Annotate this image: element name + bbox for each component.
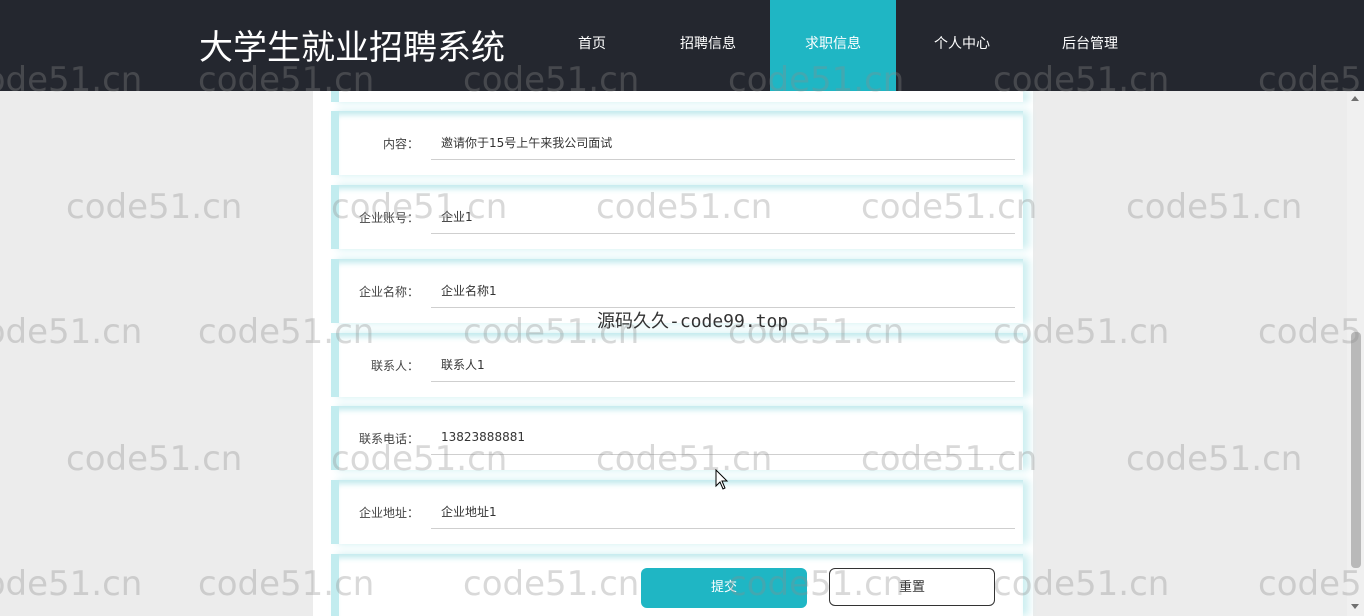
phone-input[interactable] bbox=[431, 422, 1015, 452]
company-name-input[interactable] bbox=[431, 275, 1015, 305]
watermark: code51.cn bbox=[0, 564, 143, 604]
company-account-label: 企业账号： bbox=[358, 211, 419, 225]
phone-label: 联系电话： bbox=[358, 432, 419, 446]
company-account-field-wrap bbox=[431, 201, 1015, 234]
site-title: 大学生就业招聘系统 bbox=[199, 28, 505, 68]
company-account-input[interactable] bbox=[431, 201, 1015, 231]
form-panel: 内容： 企业账号： 企业名称： 联系人： 联系电话： 企业地址： 提 bbox=[313, 91, 1033, 616]
phone-field-wrap bbox=[431, 422, 1015, 455]
scroll-thumb[interactable] bbox=[1351, 332, 1361, 568]
watermark: code51.cn bbox=[1126, 439, 1303, 479]
form-row-contact: 联系人： bbox=[331, 333, 1023, 397]
company-name-label: 企业名称： bbox=[358, 285, 419, 299]
scroll-up-arrow-icon[interactable] bbox=[1351, 96, 1359, 101]
contact-field-wrap bbox=[431, 349, 1015, 382]
content-label: 内容： bbox=[382, 137, 419, 151]
form-row-address: 企业地址： bbox=[331, 480, 1023, 544]
watermark: code51.cn bbox=[1126, 187, 1303, 227]
address-label: 企业地址： bbox=[358, 506, 419, 520]
watermark: code51.cn bbox=[66, 187, 243, 227]
address-input[interactable] bbox=[431, 496, 1015, 526]
nav-job-postings[interactable]: 招聘信息 bbox=[664, 0, 752, 91]
nav-home[interactable]: 首页 bbox=[548, 0, 636, 91]
form-row-phone: 联系电话： bbox=[331, 406, 1023, 470]
nav-personal-center[interactable]: 个人中心 bbox=[918, 0, 1006, 91]
reset-button[interactable]: 重置 bbox=[829, 568, 995, 606]
page-scrollbar[interactable] bbox=[1347, 0, 1364, 616]
top-header: 大学生就业招聘系统 首页 招聘信息 求职信息 个人中心 后台管理 bbox=[0, 0, 1364, 91]
scroll-down-arrow-icon[interactable] bbox=[1351, 604, 1359, 609]
watermark: code51.cn bbox=[66, 439, 243, 479]
nav-admin[interactable]: 后台管理 bbox=[1046, 0, 1134, 91]
company-name-field-wrap bbox=[431, 275, 1015, 308]
content-field-wrap bbox=[431, 127, 1015, 160]
address-field-wrap bbox=[431, 496, 1015, 529]
submit-button[interactable]: 提交 bbox=[641, 568, 807, 608]
contact-label: 联系人： bbox=[370, 359, 419, 373]
content-input[interactable] bbox=[431, 127, 1015, 157]
contact-input[interactable] bbox=[431, 349, 1015, 379]
watermark: code51.cn bbox=[0, 312, 143, 352]
form-row-content: 内容： bbox=[331, 111, 1023, 175]
nav-job-seeking[interactable]: 求职信息 bbox=[770, 0, 896, 91]
form-row-company-account: 企业账号： bbox=[331, 185, 1023, 249]
mouse-cursor-icon bbox=[715, 469, 729, 490]
center-watermark: 源码久久-code99.top bbox=[597, 311, 789, 332]
form-row-partial bbox=[331, 91, 1023, 102]
